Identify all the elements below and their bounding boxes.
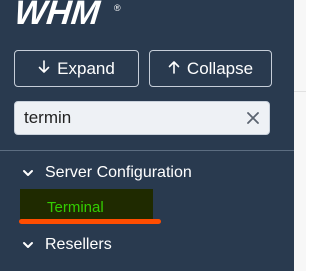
collapse-button[interactable]: Collapse [149,50,272,87]
nav-section-label: Server Configuration [45,164,192,181]
expand-label: Expand [57,58,115,78]
search-input[interactable] [15,102,244,134]
arrow-down-icon [38,59,50,79]
nav-section-resellers[interactable]: Resellers [22,234,112,256]
main-content-edge [294,0,306,271]
chevron-down-icon [23,170,33,176]
collapse-label: Collapse [186,58,254,78]
nav-section-label: Resellers [45,236,112,253]
expand-button[interactable]: Expand [14,50,139,87]
chevron-down-icon [23,242,33,248]
header-rule [294,91,306,92]
search-box [14,101,270,135]
nav-section-server-configuration[interactable]: Server Configuration [22,162,192,184]
whm-logo[interactable]: WHM ® [14,0,124,30]
nav-item-terminal[interactable]: Terminal [47,199,104,216]
close-icon[interactable] [244,109,262,127]
annotation-underline [19,219,161,224]
registered-mark: ® [114,3,121,13]
arrow-up-icon [168,59,180,79]
divider [0,150,294,151]
sidebar: WHM ® Expand Collapse Se [0,0,294,271]
logo-text: WHM [14,0,102,30]
